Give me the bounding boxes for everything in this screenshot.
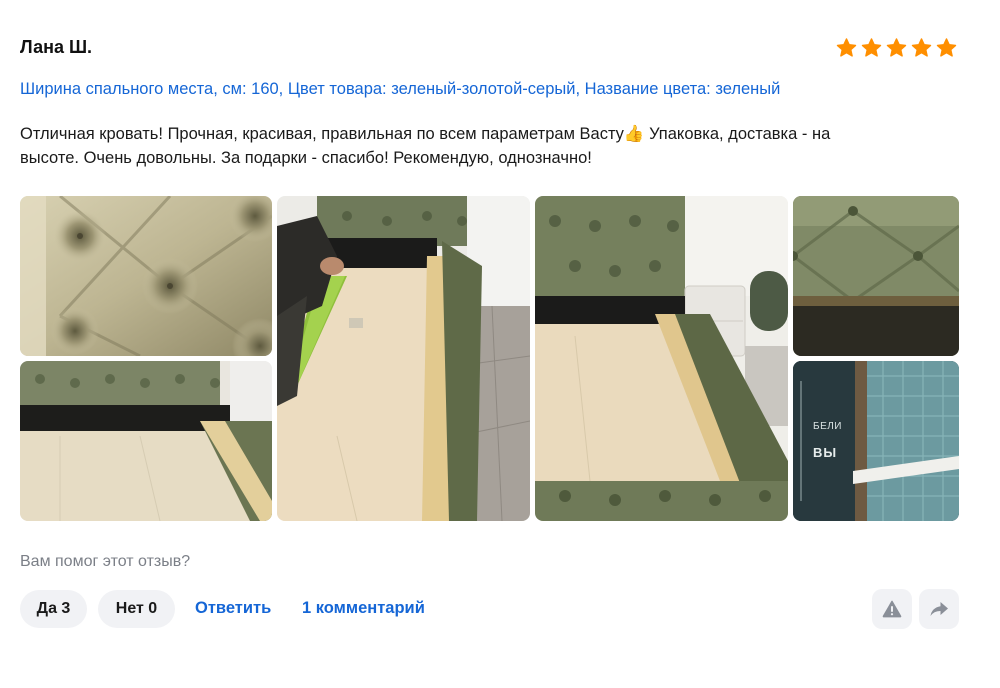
star-icon: [885, 37, 908, 59]
report-button[interactable]: [872, 589, 912, 629]
warning-triangle-icon: [882, 599, 902, 619]
review-card: Лана Ш. Ширина спального места, см: 160,…: [0, 0, 1000, 688]
photo-caption-fragment: ВЫ: [813, 445, 838, 460]
product-params[interactable]: Ширина спального места, см: 160, Цвет то…: [20, 80, 780, 99]
review-photo-6[interactable]: БЕЛИ ВЫ: [793, 361, 959, 521]
helpful-no-button[interactable]: Нет 0: [98, 590, 175, 628]
review-photo-3[interactable]: [277, 196, 530, 521]
review-photo-5[interactable]: [793, 196, 959, 356]
reply-link[interactable]: Ответить: [195, 599, 271, 618]
star-icon: [860, 37, 883, 59]
share-arrow-icon: [929, 599, 949, 619]
review-text: Отличная кровать! Прочная, красивая, пра…: [20, 122, 920, 170]
share-button[interactable]: [919, 589, 959, 629]
rating-stars: [835, 37, 958, 59]
helpful-yes-button[interactable]: Да 3: [20, 590, 87, 628]
review-photo-1[interactable]: [20, 196, 272, 356]
review-text-line: Отличная кровать! Прочная, красивая, пра…: [20, 125, 831, 143]
star-icon: [910, 37, 933, 59]
review-author-name: Лана Ш.: [20, 37, 93, 57]
star-icon: [935, 37, 958, 59]
review-photo-4[interactable]: [535, 196, 788, 521]
review-photo-2[interactable]: [20, 361, 272, 521]
review-text-line: высоте. Очень довольны. За подарки - спа…: [20, 149, 592, 167]
helpful-question: Вам помог этот отзыв?: [20, 553, 191, 570]
photo-caption-fragment: БЕЛИ: [813, 421, 842, 432]
star-icon: [835, 37, 858, 59]
comments-link[interactable]: 1 комментарий: [302, 599, 425, 618]
